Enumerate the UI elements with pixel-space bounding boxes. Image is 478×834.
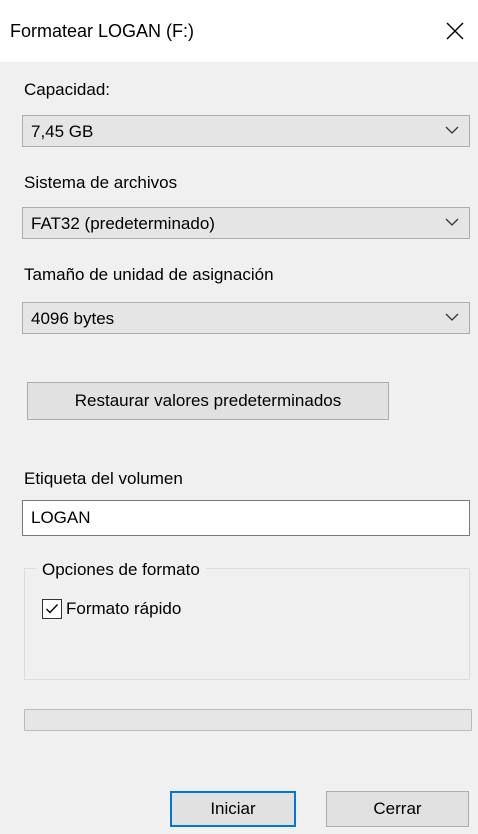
allocation-unit-select[interactable]: 4096 bytes: [22, 302, 470, 334]
format-options-group: [24, 568, 470, 680]
allocation-unit-value: 4096 bytes: [31, 309, 115, 328]
chevron-down-icon: [445, 313, 459, 321]
close-icon: [446, 22, 464, 40]
file-system-label: Sistema de archivos: [24, 173, 178, 192]
format-options-legend: Opciones de formato: [36, 559, 206, 581]
format-progress-bar: [24, 709, 472, 731]
volume-label-input[interactable]: [22, 500, 470, 536]
volume-label-label: Etiqueta del volumen: [24, 469, 183, 488]
title-bar: Formatear LOGAN (F:): [0, 0, 478, 62]
file-system-select[interactable]: FAT32 (predeterminado): [22, 207, 470, 239]
quick-format-checkbox[interactable]: [42, 599, 62, 619]
file-system-value: FAT32 (predeterminado): [31, 214, 215, 233]
close-dialog-button[interactable]: Cerrar: [326, 791, 469, 827]
quick-format-label: Formato rápido: [66, 599, 182, 618]
start-button[interactable]: Iniciar: [170, 791, 296, 827]
window-title: Formatear LOGAN (F:): [10, 21, 195, 41]
allocation-unit-label: Tamaño de unidad de asignación: [24, 265, 274, 284]
chevron-down-icon: [445, 126, 459, 134]
close-button[interactable]: [432, 8, 478, 54]
quick-format-option[interactable]: Formato rápido: [42, 597, 181, 621]
capacity-value: 7,45 GB: [31, 122, 94, 141]
capacity-label: Capacidad:: [24, 80, 111, 99]
restore-defaults-button[interactable]: Restaurar valores predeterminados: [27, 382, 389, 420]
format-dialog: Formatear LOGAN (F:) Capacidad: 7,45 GB …: [0, 0, 478, 834]
checkmark-icon: [46, 604, 59, 614]
chevron-down-icon: [445, 218, 459, 226]
capacity-select[interactable]: 7,45 GB: [22, 115, 470, 147]
